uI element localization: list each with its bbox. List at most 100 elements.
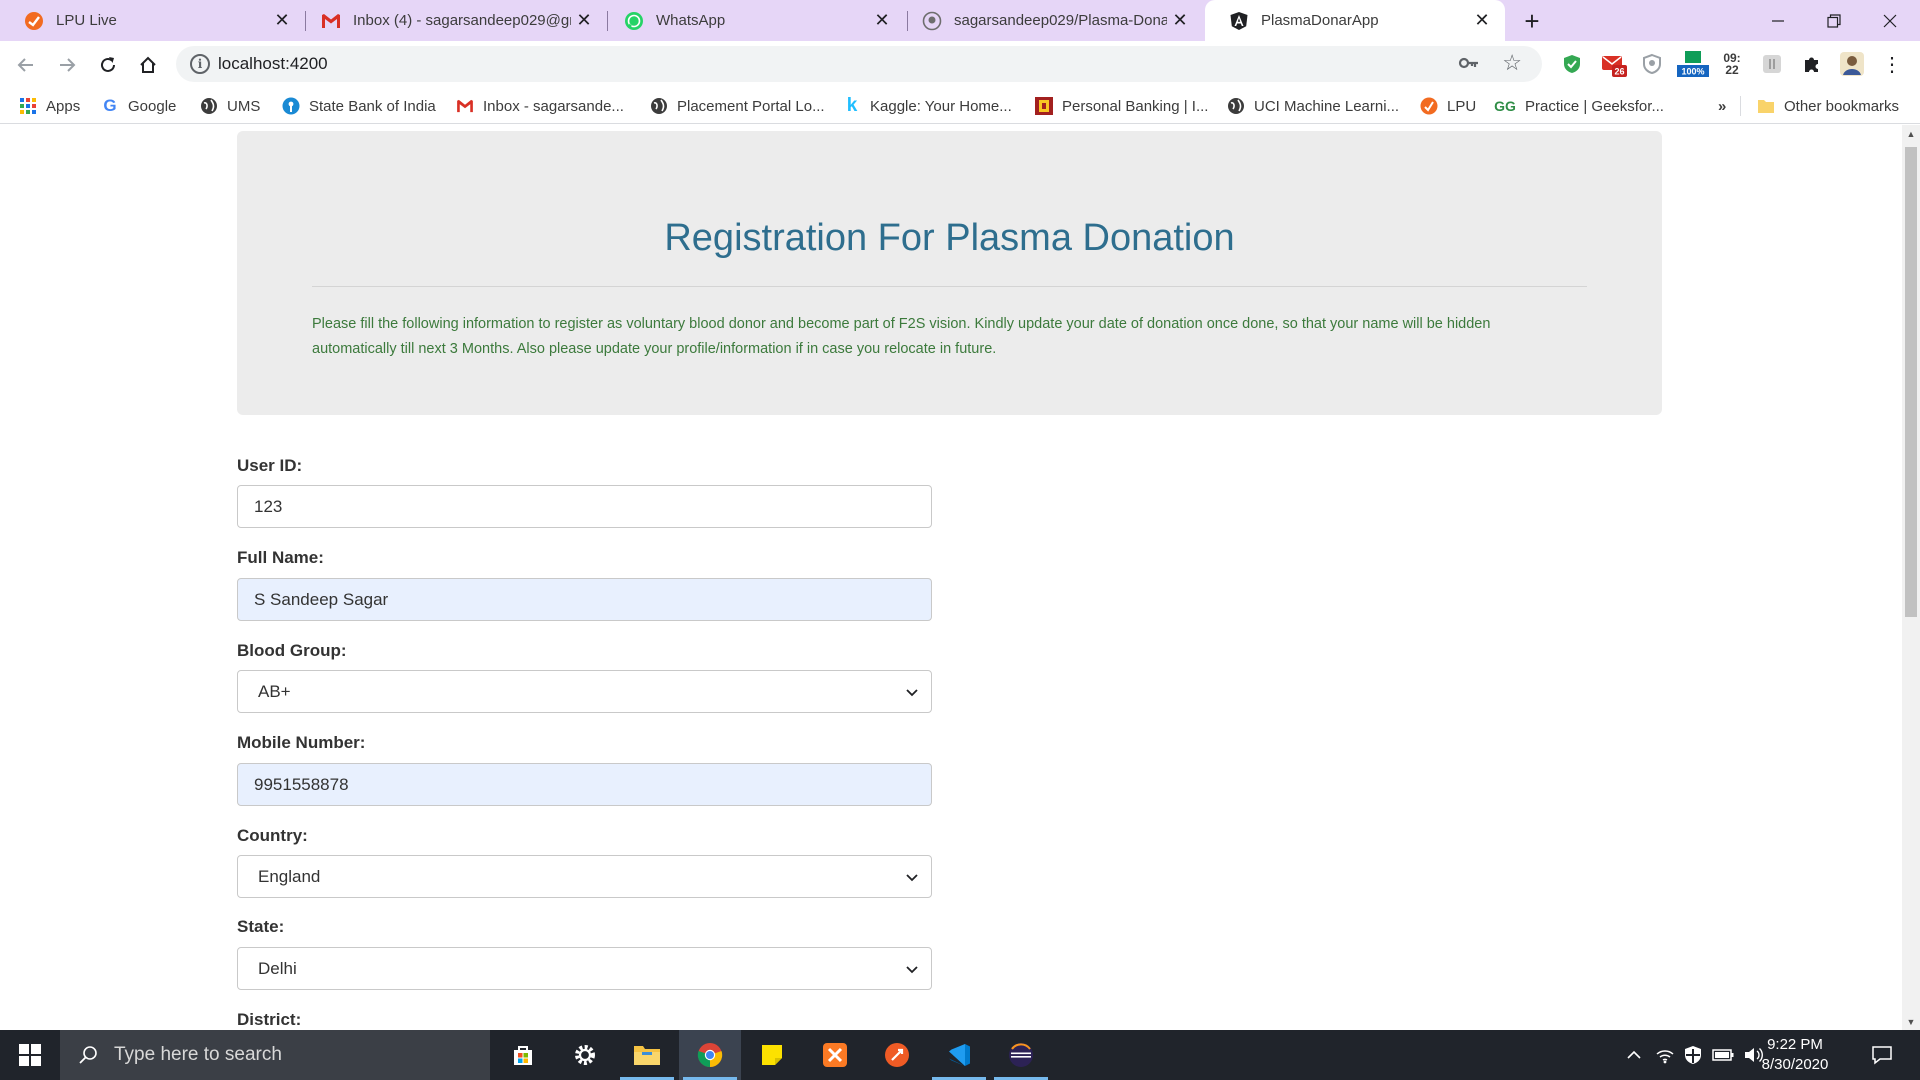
eclipse-taskbar-icon[interactable] (990, 1030, 1052, 1080)
bookmarks-overflow-button[interactable]: » (1718, 94, 1726, 118)
scrollbar-thumb[interactable] (1905, 147, 1917, 617)
full-name-input[interactable]: S Sandeep Sagar (237, 578, 932, 621)
github-icon (922, 11, 942, 31)
tab-close-icon[interactable]: ✕ (869, 8, 895, 34)
chrome-menu-icon[interactable]: ⋮ (1878, 50, 1906, 78)
country-label: Country: (237, 826, 308, 845)
forward-button[interactable] (51, 49, 83, 81)
arrow-right-icon (60, 58, 76, 72)
home-button[interactable] (132, 49, 164, 81)
vscode-taskbar-icon[interactable] (928, 1030, 990, 1080)
battery-extension-icon[interactable]: 100% (1676, 50, 1710, 78)
notification-icon (1872, 1046, 1892, 1065)
taskbar-search-box[interactable]: Type here to search (60, 1030, 490, 1080)
chrome-taskbar-icon[interactable] (679, 1030, 741, 1080)
tab-lpu-live[interactable]: LPU Live ✕ (0, 0, 305, 41)
file-explorer-taskbar-icon[interactable] (616, 1030, 678, 1080)
reload-button[interactable] (92, 49, 124, 81)
profile-avatar-icon[interactable] (1838, 50, 1866, 78)
network-tray-icon[interactable] (1652, 1030, 1678, 1080)
privacy-badger-extension-icon[interactable] (1638, 50, 1666, 78)
bookmark-label: Placement Portal Lo... (677, 97, 825, 115)
intro-text: Please fill the following information to… (312, 312, 1792, 362)
bookmark-kaggle[interactable]: k Kaggle: Your Home... (843, 94, 1012, 118)
settings-gear-taskbar-icon[interactable] (554, 1030, 616, 1080)
bookmark-geeksforgeeks[interactable]: GG Practice | Geeksfor... (1494, 94, 1664, 118)
taskbar-clock[interactable]: 9:22 PM 8/30/2020 (1750, 1035, 1840, 1075)
bookmark-label: UMS (227, 97, 261, 115)
xampp-taskbar-icon[interactable] (804, 1030, 866, 1080)
home-icon (140, 56, 156, 73)
intro-line-2: automatically till next 3 Months. Also p… (312, 341, 997, 357)
kaggle-icon: k (846, 95, 858, 116)
url-text[interactable]: localhost:4200 (218, 54, 328, 74)
start-button[interactable] (0, 1030, 60, 1080)
country-value: England (258, 866, 321, 886)
minimize-button[interactable] (1750, 0, 1806, 41)
bookmark-lpu[interactable]: LPU (1420, 94, 1476, 118)
bookmark-label: Inbox - sagarsande... (483, 97, 624, 115)
bookmark-ums[interactable]: UMS (200, 94, 260, 118)
tab-close-icon[interactable]: ✕ (1167, 8, 1193, 34)
mobile-number-input[interactable]: 9951558878 (237, 763, 932, 806)
restore-icon (1827, 13, 1841, 28)
folder-icon (1757, 97, 1775, 115)
action-center-button[interactable] (1862, 1030, 1902, 1080)
tab-close-icon[interactable]: ✕ (1469, 8, 1495, 34)
clock-extension-icon[interactable]: 09: 22 (1718, 50, 1746, 78)
shield-extension-icon[interactable] (1558, 50, 1586, 78)
bookmark-star-icon[interactable]: ☆ (1502, 50, 1522, 76)
security-shield-tray-icon[interactable] (1680, 1030, 1706, 1080)
tab-plasmadonarapp[interactable]: PlasmaDonarApp ✕ (1205, 0, 1505, 41)
grey-extension-icon[interactable] (1758, 50, 1786, 78)
bookmark-google[interactable]: G Google (101, 94, 176, 118)
scroll-up-arrow-icon[interactable]: ▲ (1902, 125, 1920, 142)
bookmark-state-bank-of-india[interactable]: State Bank of India (282, 94, 436, 118)
gmail-checker-extension-icon[interactable]: 26 (1600, 50, 1628, 78)
bookmark-personal-banking[interactable]: Personal Banking | I... (1035, 94, 1208, 118)
reload-icon (101, 57, 115, 72)
restore-button[interactable] (1806, 0, 1862, 41)
other-bookmarks-folder[interactable]: Other bookmarks (1757, 94, 1899, 118)
user-id-input[interactable]: 123 (237, 485, 932, 528)
tab-title: WhatsApp (656, 12, 726, 29)
page-scrollbar[interactable]: ▲ ▼ (1902, 125, 1920, 1030)
page-title: Registration For Plasma Donation (664, 217, 1235, 259)
site-info-icon[interactable]: i (190, 54, 210, 74)
country-select[interactable]: England (237, 855, 932, 898)
back-button[interactable] (10, 49, 42, 81)
bookmark-uci-machine-learning[interactable]: UCI Machine Learni... (1227, 94, 1399, 118)
blood-group-label: Blood Group: (237, 641, 347, 660)
key-icon[interactable] (1458, 52, 1480, 80)
tab-whatsapp[interactable]: WhatsApp ✕ (600, 0, 905, 41)
tab-close-icon[interactable]: ✕ (269, 8, 295, 34)
bookmark-label: UCI Machine Learni... (1254, 97, 1400, 115)
bookmark-placement-portal[interactable]: Placement Portal Lo... (650, 94, 825, 118)
tab-close-icon[interactable]: ✕ (571, 8, 597, 34)
extensions-puzzle-icon[interactable] (1798, 50, 1826, 78)
postman-taskbar-icon[interactable] (866, 1030, 928, 1080)
sbi-icon (282, 97, 300, 115)
globe-icon (1227, 97, 1245, 115)
bookmark-apps[interactable]: Apps (19, 94, 80, 118)
battery-tray-icon[interactable] (1710, 1030, 1736, 1080)
show-hidden-icons-button[interactable] (1620, 1030, 1648, 1080)
bookmark-inbox[interactable]: Inbox - sagarsande... (456, 94, 624, 118)
microsoft-store-taskbar-icon[interactable] (492, 1030, 554, 1080)
chevron-down-icon (901, 866, 923, 888)
chevron-down-icon (901, 681, 923, 703)
header-divider (312, 286, 1587, 287)
state-select[interactable]: Delhi (237, 947, 932, 990)
intro-line-1: Please fill the following information to… (312, 316, 1491, 332)
sticky-notes-taskbar-icon[interactable] (741, 1030, 803, 1080)
blood-group-select[interactable]: AB+ (237, 670, 932, 713)
new-tab-button[interactable]: + (1517, 6, 1547, 36)
lpu-live-icon (24, 11, 44, 31)
tab-github[interactable]: sagarsandeep029/Plasma-Donat ✕ (898, 0, 1203, 41)
close-window-button[interactable] (1862, 0, 1918, 41)
tab-gmail-inbox[interactable]: Inbox (4) - sagarsandeep029@gm ✕ (297, 0, 607, 41)
scroll-down-arrow-icon[interactable]: ▼ (1902, 1013, 1920, 1030)
address-bar[interactable]: i localhost:4200 ☆ (176, 46, 1542, 82)
arrow-left-icon (17, 58, 33, 72)
close-icon (1883, 14, 1897, 27)
